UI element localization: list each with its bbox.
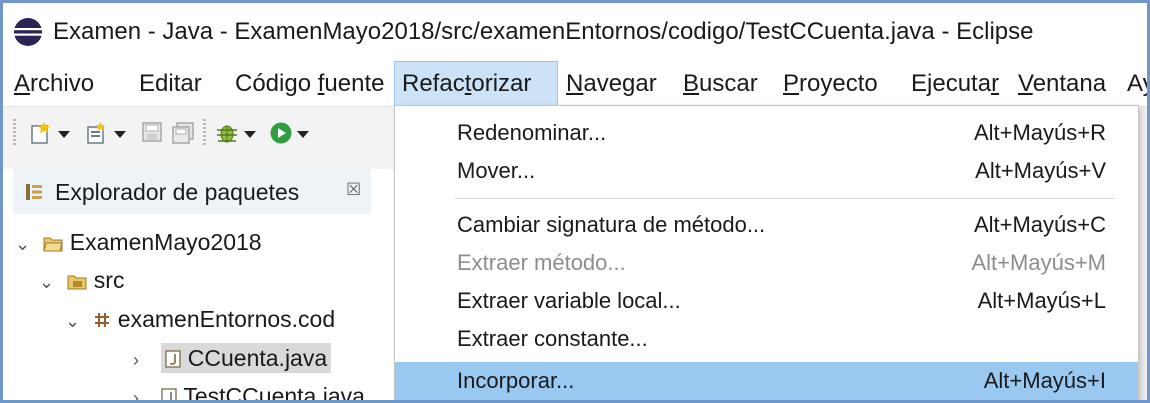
chevron-down-icon[interactable]: ⌄ <box>15 225 37 263</box>
menu-buscar[interactable]: Buscar <box>683 61 758 106</box>
source-folder-icon <box>67 275 87 290</box>
eclipse-window: Examen - Java - ExamenMayo2018/src/exame… <box>0 0 1150 403</box>
panel-title: Explorador de paquetes <box>55 179 300 205</box>
refactor-menu: Redenominar... Alt+Mayús+R Mover... Alt+… <box>394 105 1139 400</box>
debug-dropdown-caret[interactable] <box>244 131 256 138</box>
menu-ayuda[interactable]: Ay <box>1127 61 1147 106</box>
project-folder-icon <box>43 237 64 252</box>
chevron-down-icon[interactable]: ⌄ <box>39 263 61 301</box>
menu-item-incorporar[interactable]: Incorporar... Alt+Mayús+I <box>395 362 1138 400</box>
package-explorer-panel: Explorador de paquetes ☒ ⌄ ExamenMayo201… <box>3 169 403 403</box>
package-explorer-tab[interactable]: Explorador de paquetes ☒ <box>13 169 371 214</box>
menu-ejecutar[interactable]: Ejecutar <box>911 61 999 106</box>
menu-ventana[interactable]: Ventana <box>1018 61 1106 106</box>
chevron-right-icon[interactable]: › <box>133 341 155 379</box>
tree-item-label: examenEntornos.cod <box>117 306 336 332</box>
run-icon[interactable] <box>269 121 293 145</box>
new-icon[interactable] <box>29 121 53 145</box>
new-wizard-dropdown-caret[interactable] <box>114 131 126 138</box>
run-dropdown-caret[interactable] <box>297 131 309 138</box>
new-dropdown-caret[interactable] <box>58 131 70 138</box>
menu-item-extraer-metodo: Extraer método... Alt+Mayús+M <box>457 250 1106 275</box>
tree-item-label: ExamenMayo2018 <box>69 229 262 255</box>
toolbar-grip <box>13 119 16 147</box>
menu-item-extraer-constante[interactable]: Extraer constante... <box>395 320 1138 358</box>
menu-item-extraer-variable-local[interactable]: Extraer variable local... Alt+Mayús+L <box>395 282 1138 320</box>
window-title: Examen - Java - ExamenMayo2018/src/exame… <box>53 18 1034 45</box>
package-icon <box>95 313 110 327</box>
tree-item-label: TestCCuenta.java <box>183 383 365 403</box>
java-file-icon <box>165 350 182 368</box>
menu-item-cambiar-signatura[interactable]: Cambiar signatura de método... Alt+Mayús… <box>395 206 1138 244</box>
chevron-down-icon[interactable]: ⌄ <box>65 302 87 340</box>
toolbar-separator <box>203 119 206 147</box>
menu-separator <box>455 198 1115 199</box>
tree-item-src[interactable]: ⌄ src <box>39 261 124 299</box>
menu-archivo[interactable]: Archivo <box>14 61 94 106</box>
tree-item-project[interactable]: ⌄ ExamenMayo2018 <box>15 223 262 261</box>
chevron-right-icon[interactable]: › <box>133 379 155 400</box>
menu-navegar[interactable]: Navegar <box>566 61 657 106</box>
tree-item-testccuenta[interactable]: › TestCCuenta.java <box>133 377 365 403</box>
menu-refactorizar[interactable]: Refactorizar <box>394 61 558 106</box>
menu-proyecto[interactable]: Proyecto <box>783 61 878 106</box>
new-wizard-icon[interactable] <box>85 121 109 145</box>
menu-item-redenominar[interactable]: Redenominar... Alt+Mayús+R <box>395 114 1138 152</box>
tree-item-ccuenta[interactable]: › CCuenta.java <box>133 339 332 379</box>
menu-item-mover[interactable]: Mover... Alt+Mayús+V <box>395 152 1138 190</box>
package-explorer-icon <box>26 184 42 200</box>
title-bar: Examen - Java - ExamenMayo2018/src/exame… <box>3 3 1147 61</box>
menu-bar: Archivo Editar Código fuente Refactoriza… <box>3 61 1147 107</box>
tree-item-label: CCuenta.java <box>187 345 328 371</box>
eclipse-icon <box>14 18 42 46</box>
java-file-icon <box>161 388 178 400</box>
close-icon[interactable]: ☒ <box>346 180 361 200</box>
menu-codigo-fuente[interactable]: Código fuente <box>235 61 384 106</box>
debug-icon[interactable] <box>215 121 239 145</box>
tree-item-package[interactable]: ⌄ examenEntornos.cod <box>65 300 335 338</box>
tree-item-label: src <box>93 267 125 293</box>
save-all-icon[interactable] <box>171 121 195 145</box>
menu-editar[interactable]: Editar <box>139 61 202 106</box>
save-icon[interactable] <box>141 121 163 143</box>
